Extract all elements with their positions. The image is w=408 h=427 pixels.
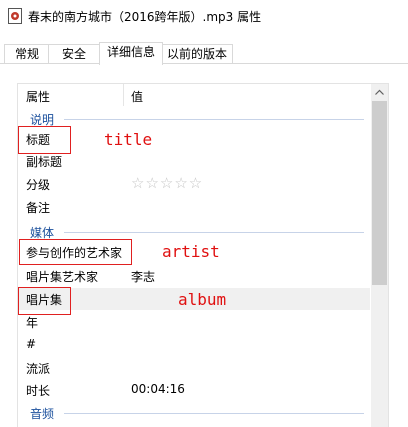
row-label: 时长: [26, 384, 51, 398]
media-file-icon: [8, 8, 22, 24]
header-value[interactable]: 值: [131, 88, 143, 105]
row-value[interactable]: 00:04:16: [131, 382, 185, 396]
group-audio: 音频: [18, 404, 370, 422]
row-label: 副标题: [26, 155, 63, 169]
tab-divider: [0, 63, 408, 64]
row-label: #: [26, 337, 37, 351]
star-rating[interactable]: ☆☆☆☆☆: [131, 174, 203, 192]
list-header: 属性 值: [18, 84, 370, 106]
header-separator[interactable]: [123, 84, 124, 106]
vertical-scrollbar[interactable]: [371, 84, 388, 427]
header-property[interactable]: 属性: [26, 88, 50, 105]
annotation-box-artist: [19, 239, 132, 265]
row-label: 流派: [26, 362, 51, 376]
tab-previous-versions[interactable]: 以前的版本: [161, 44, 233, 64]
group-divider: [64, 232, 364, 233]
annotation-box-album: [18, 287, 71, 315]
tab-strip: 常规 安全 详细信息 以前的版本: [0, 42, 408, 65]
group-label: 音频: [30, 407, 55, 421]
row-value[interactable]: 李志: [131, 268, 155, 285]
group-divider: [64, 413, 364, 414]
annotation-album: album: [178, 290, 227, 309]
tab-security[interactable]: 安全: [48, 44, 100, 64]
row-comment[interactable]: 备注: [18, 196, 370, 218]
tab-details[interactable]: 详细信息: [99, 42, 163, 65]
chevron-up-icon: [375, 89, 384, 95]
group-divider: [64, 119, 364, 120]
annotation-title: title: [104, 130, 153, 149]
scroll-up-button[interactable]: [371, 84, 388, 101]
scroll-thumb[interactable]: [372, 101, 387, 285]
row-label: 年: [26, 316, 39, 330]
row-label: 分级: [26, 178, 51, 192]
row-length[interactable]: 时长 00:04:16: [18, 379, 370, 401]
row-track[interactable]: #: [18, 334, 370, 356]
row-label: 唱片集艺术家: [26, 270, 99, 284]
row-album-artist[interactable]: 唱片集艺术家 李志: [18, 265, 370, 287]
annotation-artist: artist: [162, 242, 220, 261]
annotation-box-title: [18, 126, 71, 154]
row-genre[interactable]: 流派: [18, 357, 370, 379]
tab-general[interactable]: 常规: [4, 44, 50, 64]
row-rating[interactable]: 分级 ☆☆☆☆☆: [18, 173, 370, 195]
window-title: 春末的南方城市（2016跨年版）.mp3 属性: [28, 10, 262, 24]
title-bar: 春末的南方城市（2016跨年版）.mp3 属性: [0, 0, 408, 32]
row-label: 备注: [26, 201, 51, 215]
